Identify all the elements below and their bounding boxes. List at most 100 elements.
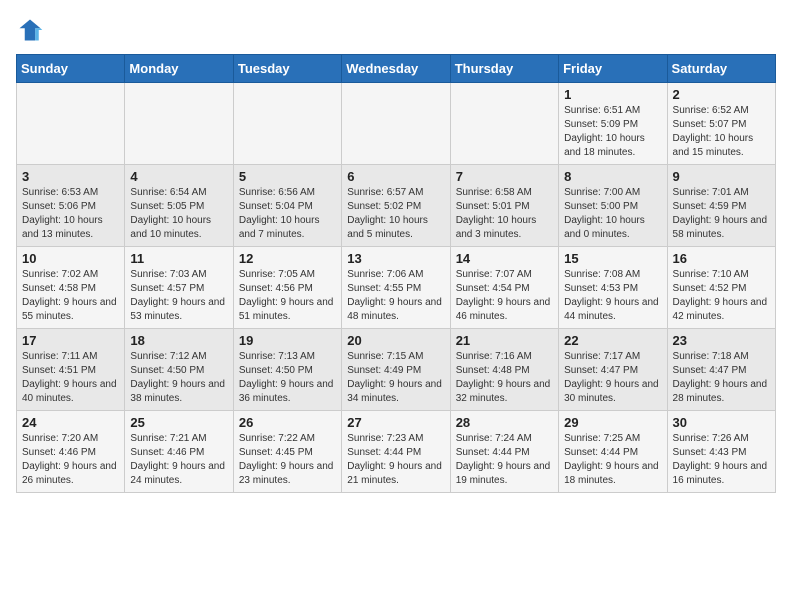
calendar-cell [233,83,341,165]
day-info: Sunrise: 6:51 AMSunset: 5:09 PMDaylight:… [564,104,661,160]
calendar-cell: 19 Sunrise: 7:13 AMSunset: 4:50 PMDaylig… [233,329,341,411]
calendar-body: 1 Sunrise: 6:51 AMSunset: 5:09 PMDayligh… [17,83,776,493]
header-day: Tuesday [233,55,341,83]
day-info: Sunrise: 7:20 AMSunset: 4:46 PMDaylight:… [22,432,119,488]
calendar-cell: 15 Sunrise: 7:08 AMSunset: 4:53 PMDaylig… [559,247,667,329]
day-number: 28 [456,415,553,430]
day-info: Sunrise: 7:12 AMSunset: 4:50 PMDaylight:… [130,350,227,406]
day-number: 29 [564,415,661,430]
day-number: 23 [673,333,770,348]
calendar-table: SundayMondayTuesdayWednesdayThursdayFrid… [16,54,776,493]
day-number: 9 [673,169,770,184]
calendar-cell: 18 Sunrise: 7:12 AMSunset: 4:50 PMDaylig… [125,329,233,411]
calendar-cell: 17 Sunrise: 7:11 AMSunset: 4:51 PMDaylig… [17,329,125,411]
calendar-cell: 3 Sunrise: 6:53 AMSunset: 5:06 PMDayligh… [17,165,125,247]
calendar-cell: 7 Sunrise: 6:58 AMSunset: 5:01 PMDayligh… [450,165,558,247]
logo [16,16,48,44]
calendar-cell: 9 Sunrise: 7:01 AMSunset: 4:59 PMDayligh… [667,165,775,247]
day-info: Sunrise: 7:21 AMSunset: 4:46 PMDaylight:… [130,432,227,488]
header-row: SundayMondayTuesdayWednesdayThursdayFrid… [17,55,776,83]
calendar-week-row: 3 Sunrise: 6:53 AMSunset: 5:06 PMDayligh… [17,165,776,247]
day-info: Sunrise: 6:58 AMSunset: 5:01 PMDaylight:… [456,186,553,242]
header-day: Wednesday [342,55,450,83]
calendar-cell: 16 Sunrise: 7:10 AMSunset: 4:52 PMDaylig… [667,247,775,329]
header-day: Monday [125,55,233,83]
day-number: 25 [130,415,227,430]
day-number: 20 [347,333,444,348]
day-info: Sunrise: 7:25 AMSunset: 4:44 PMDaylight:… [564,432,661,488]
header-day: Sunday [17,55,125,83]
calendar-week-row: 10 Sunrise: 7:02 AMSunset: 4:58 PMDaylig… [17,247,776,329]
day-number: 1 [564,87,661,102]
day-info: Sunrise: 7:15 AMSunset: 4:49 PMDaylight:… [347,350,444,406]
day-number: 15 [564,251,661,266]
page-header [16,16,776,44]
calendar-cell: 29 Sunrise: 7:25 AMSunset: 4:44 PMDaylig… [559,411,667,493]
day-info: Sunrise: 7:26 AMSunset: 4:43 PMDaylight:… [673,432,770,488]
day-number: 18 [130,333,227,348]
calendar-week-row: 24 Sunrise: 7:20 AMSunset: 4:46 PMDaylig… [17,411,776,493]
day-number: 8 [564,169,661,184]
day-info: Sunrise: 7:16 AMSunset: 4:48 PMDaylight:… [456,350,553,406]
day-number: 14 [456,251,553,266]
day-info: Sunrise: 7:18 AMSunset: 4:47 PMDaylight:… [673,350,770,406]
day-info: Sunrise: 7:02 AMSunset: 4:58 PMDaylight:… [22,268,119,324]
day-number: 11 [130,251,227,266]
day-info: Sunrise: 7:23 AMSunset: 4:44 PMDaylight:… [347,432,444,488]
calendar-cell: 22 Sunrise: 7:17 AMSunset: 4:47 PMDaylig… [559,329,667,411]
day-number: 21 [456,333,553,348]
day-number: 19 [239,333,336,348]
day-info: Sunrise: 7:07 AMSunset: 4:54 PMDaylight:… [456,268,553,324]
calendar-cell: 30 Sunrise: 7:26 AMSunset: 4:43 PMDaylig… [667,411,775,493]
calendar-cell: 2 Sunrise: 6:52 AMSunset: 5:07 PMDayligh… [667,83,775,165]
day-number: 2 [673,87,770,102]
calendar-cell: 28 Sunrise: 7:24 AMSunset: 4:44 PMDaylig… [450,411,558,493]
day-number: 27 [347,415,444,430]
calendar-cell: 23 Sunrise: 7:18 AMSunset: 4:47 PMDaylig… [667,329,775,411]
calendar-cell [342,83,450,165]
day-info: Sunrise: 7:24 AMSunset: 4:44 PMDaylight:… [456,432,553,488]
calendar-header: SundayMondayTuesdayWednesdayThursdayFrid… [17,55,776,83]
calendar-cell [17,83,125,165]
day-number: 13 [347,251,444,266]
day-number: 22 [564,333,661,348]
day-number: 26 [239,415,336,430]
day-number: 30 [673,415,770,430]
day-info: Sunrise: 6:54 AMSunset: 5:05 PMDaylight:… [130,186,227,242]
day-info: Sunrise: 6:57 AMSunset: 5:02 PMDaylight:… [347,186,444,242]
day-info: Sunrise: 7:08 AMSunset: 4:53 PMDaylight:… [564,268,661,324]
day-info: Sunrise: 7:17 AMSunset: 4:47 PMDaylight:… [564,350,661,406]
calendar-cell: 10 Sunrise: 7:02 AMSunset: 4:58 PMDaylig… [17,247,125,329]
calendar-week-row: 17 Sunrise: 7:11 AMSunset: 4:51 PMDaylig… [17,329,776,411]
calendar-cell: 14 Sunrise: 7:07 AMSunset: 4:54 PMDaylig… [450,247,558,329]
calendar-cell [125,83,233,165]
calendar-cell: 6 Sunrise: 6:57 AMSunset: 5:02 PMDayligh… [342,165,450,247]
calendar-cell: 12 Sunrise: 7:05 AMSunset: 4:56 PMDaylig… [233,247,341,329]
day-info: Sunrise: 7:06 AMSunset: 4:55 PMDaylight:… [347,268,444,324]
day-number: 5 [239,169,336,184]
header-day: Saturday [667,55,775,83]
day-number: 24 [22,415,119,430]
calendar-cell: 1 Sunrise: 6:51 AMSunset: 5:09 PMDayligh… [559,83,667,165]
calendar-cell: 26 Sunrise: 7:22 AMSunset: 4:45 PMDaylig… [233,411,341,493]
day-number: 16 [673,251,770,266]
calendar-cell: 4 Sunrise: 6:54 AMSunset: 5:05 PMDayligh… [125,165,233,247]
calendar-cell: 24 Sunrise: 7:20 AMSunset: 4:46 PMDaylig… [17,411,125,493]
calendar-cell: 25 Sunrise: 7:21 AMSunset: 4:46 PMDaylig… [125,411,233,493]
header-day: Friday [559,55,667,83]
calendar-cell: 27 Sunrise: 7:23 AMSunset: 4:44 PMDaylig… [342,411,450,493]
day-info: Sunrise: 7:05 AMSunset: 4:56 PMDaylight:… [239,268,336,324]
logo-icon [16,16,44,44]
day-number: 10 [22,251,119,266]
day-info: Sunrise: 7:00 AMSunset: 5:00 PMDaylight:… [564,186,661,242]
day-number: 12 [239,251,336,266]
day-number: 3 [22,169,119,184]
day-info: Sunrise: 7:13 AMSunset: 4:50 PMDaylight:… [239,350,336,406]
day-info: Sunrise: 7:03 AMSunset: 4:57 PMDaylight:… [130,268,227,324]
day-number: 17 [22,333,119,348]
day-info: Sunrise: 6:56 AMSunset: 5:04 PMDaylight:… [239,186,336,242]
calendar-cell: 11 Sunrise: 7:03 AMSunset: 4:57 PMDaylig… [125,247,233,329]
day-number: 7 [456,169,553,184]
day-info: Sunrise: 7:11 AMSunset: 4:51 PMDaylight:… [22,350,119,406]
day-info: Sunrise: 7:01 AMSunset: 4:59 PMDaylight:… [673,186,770,242]
